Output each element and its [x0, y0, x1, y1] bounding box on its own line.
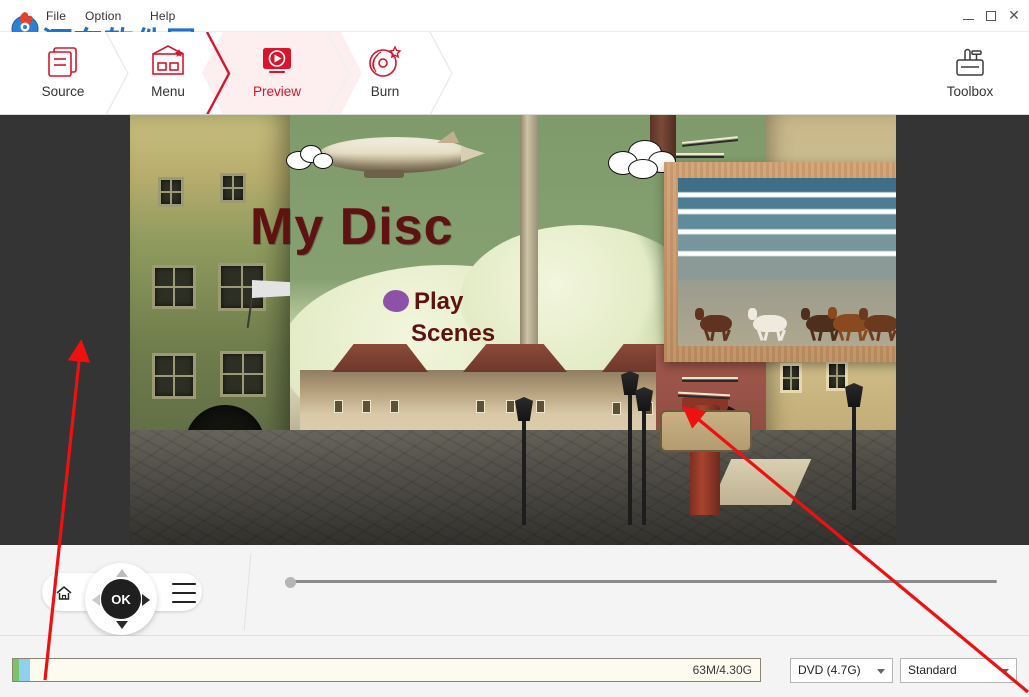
dvd-remote-control: OK	[36, 563, 206, 635]
seek-slider[interactable]	[285, 577, 997, 588]
home-icon[interactable]	[52, 582, 76, 604]
step-source-label: Source	[41, 84, 85, 99]
lamp-head	[845, 383, 863, 407]
title-bar: File Option Help ✕	[0, 0, 1029, 32]
step-toolbar: Source Menu Preview Burn Toolbox	[0, 32, 1029, 115]
menu-template-icon	[150, 44, 186, 78]
dpad-right-button[interactable]	[142, 594, 150, 606]
zeppelin-airship	[318, 131, 485, 178]
menu-help[interactable]: Help	[150, 9, 175, 23]
lamp-post	[642, 405, 646, 525]
menu-option[interactable]: Option	[85, 9, 122, 23]
capacity-segment-video	[19, 659, 30, 681]
play-bullet-marker	[383, 290, 409, 312]
document-stack-icon	[46, 44, 80, 78]
step-toolbox-label: Toolbox	[946, 84, 994, 99]
step-burn-label: Burn	[370, 84, 400, 99]
step-toolbox[interactable]: Toolbox	[918, 32, 1022, 114]
dpad-left-button[interactable]	[92, 594, 100, 606]
signboard	[660, 410, 752, 452]
horse	[695, 308, 732, 342]
menu-file[interactable]: File	[46, 9, 66, 23]
disc-title-text[interactable]: My Disc	[250, 197, 454, 257]
hanging-wire	[681, 136, 739, 147]
lamp-post	[522, 415, 526, 525]
player-control-bar: OK 00:00:00 / 00:00:00	[0, 545, 1029, 636]
horse	[748, 308, 787, 342]
disc-burn-icon	[367, 44, 403, 78]
preview-play-icon	[260, 44, 294, 78]
preview-stage: My Disc Play Scenes	[0, 115, 1029, 545]
close-icon[interactable]: ✕	[1003, 6, 1025, 26]
ok-button[interactable]: OK	[101, 579, 141, 619]
lamp-head	[635, 387, 653, 411]
seek-handle[interactable]	[285, 577, 296, 588]
lamp-post	[852, 400, 856, 510]
step-menu[interactable]: Menu	[113, 32, 223, 114]
photo-frame	[664, 162, 896, 362]
minimize-icon[interactable]	[957, 6, 979, 26]
flag	[252, 280, 290, 298]
disc-capacity-bar: 63M/4.30G	[12, 658, 761, 682]
menu-button-scenes[interactable]: Scenes	[411, 320, 495, 348]
disc-type-value: DVD (4.7G)	[798, 663, 861, 677]
control-divider	[243, 553, 252, 631]
cartoon-cloud	[628, 159, 658, 179]
dpad: OK	[85, 563, 157, 635]
maximize-icon[interactable]	[980, 6, 1002, 26]
lamp-head	[515, 397, 533, 421]
dpad-up-button[interactable]	[116, 569, 128, 577]
lamp-post	[628, 391, 632, 525]
quality-value: Standard	[908, 663, 957, 677]
disc-type-select[interactable]: DVD (4.7G)	[790, 658, 893, 683]
list-icon[interactable]	[172, 583, 196, 603]
step-burn[interactable]: Burn	[330, 32, 440, 114]
step-preview[interactable]: Preview	[222, 32, 332, 114]
beach-horses-photo	[678, 178, 896, 346]
dpad-down-button[interactable]	[116, 621, 128, 629]
dvd-menu-preview[interactable]: My Disc Play Scenes	[130, 115, 896, 545]
step-menu-label: Menu	[151, 84, 185, 99]
cartoon-cloud	[313, 153, 333, 169]
toolbox-icon	[951, 44, 989, 78]
horse	[859, 308, 896, 342]
step-preview-label: Preview	[252, 84, 301, 99]
status-bar: 63M/4.30G DVD (4.7G) Standard	[0, 636, 1029, 697]
quality-select[interactable]: Standard	[900, 658, 1017, 683]
chevron-down-icon	[1001, 669, 1009, 674]
hanging-wire	[676, 153, 724, 158]
seek-track	[285, 580, 997, 583]
step-source[interactable]: Source	[8, 32, 118, 114]
chevron-down-icon	[877, 669, 885, 674]
hanging-wire	[682, 377, 738, 382]
capacity-label: 63M/4.30G	[692, 663, 752, 677]
menu-button-play[interactable]: Play	[414, 288, 463, 316]
